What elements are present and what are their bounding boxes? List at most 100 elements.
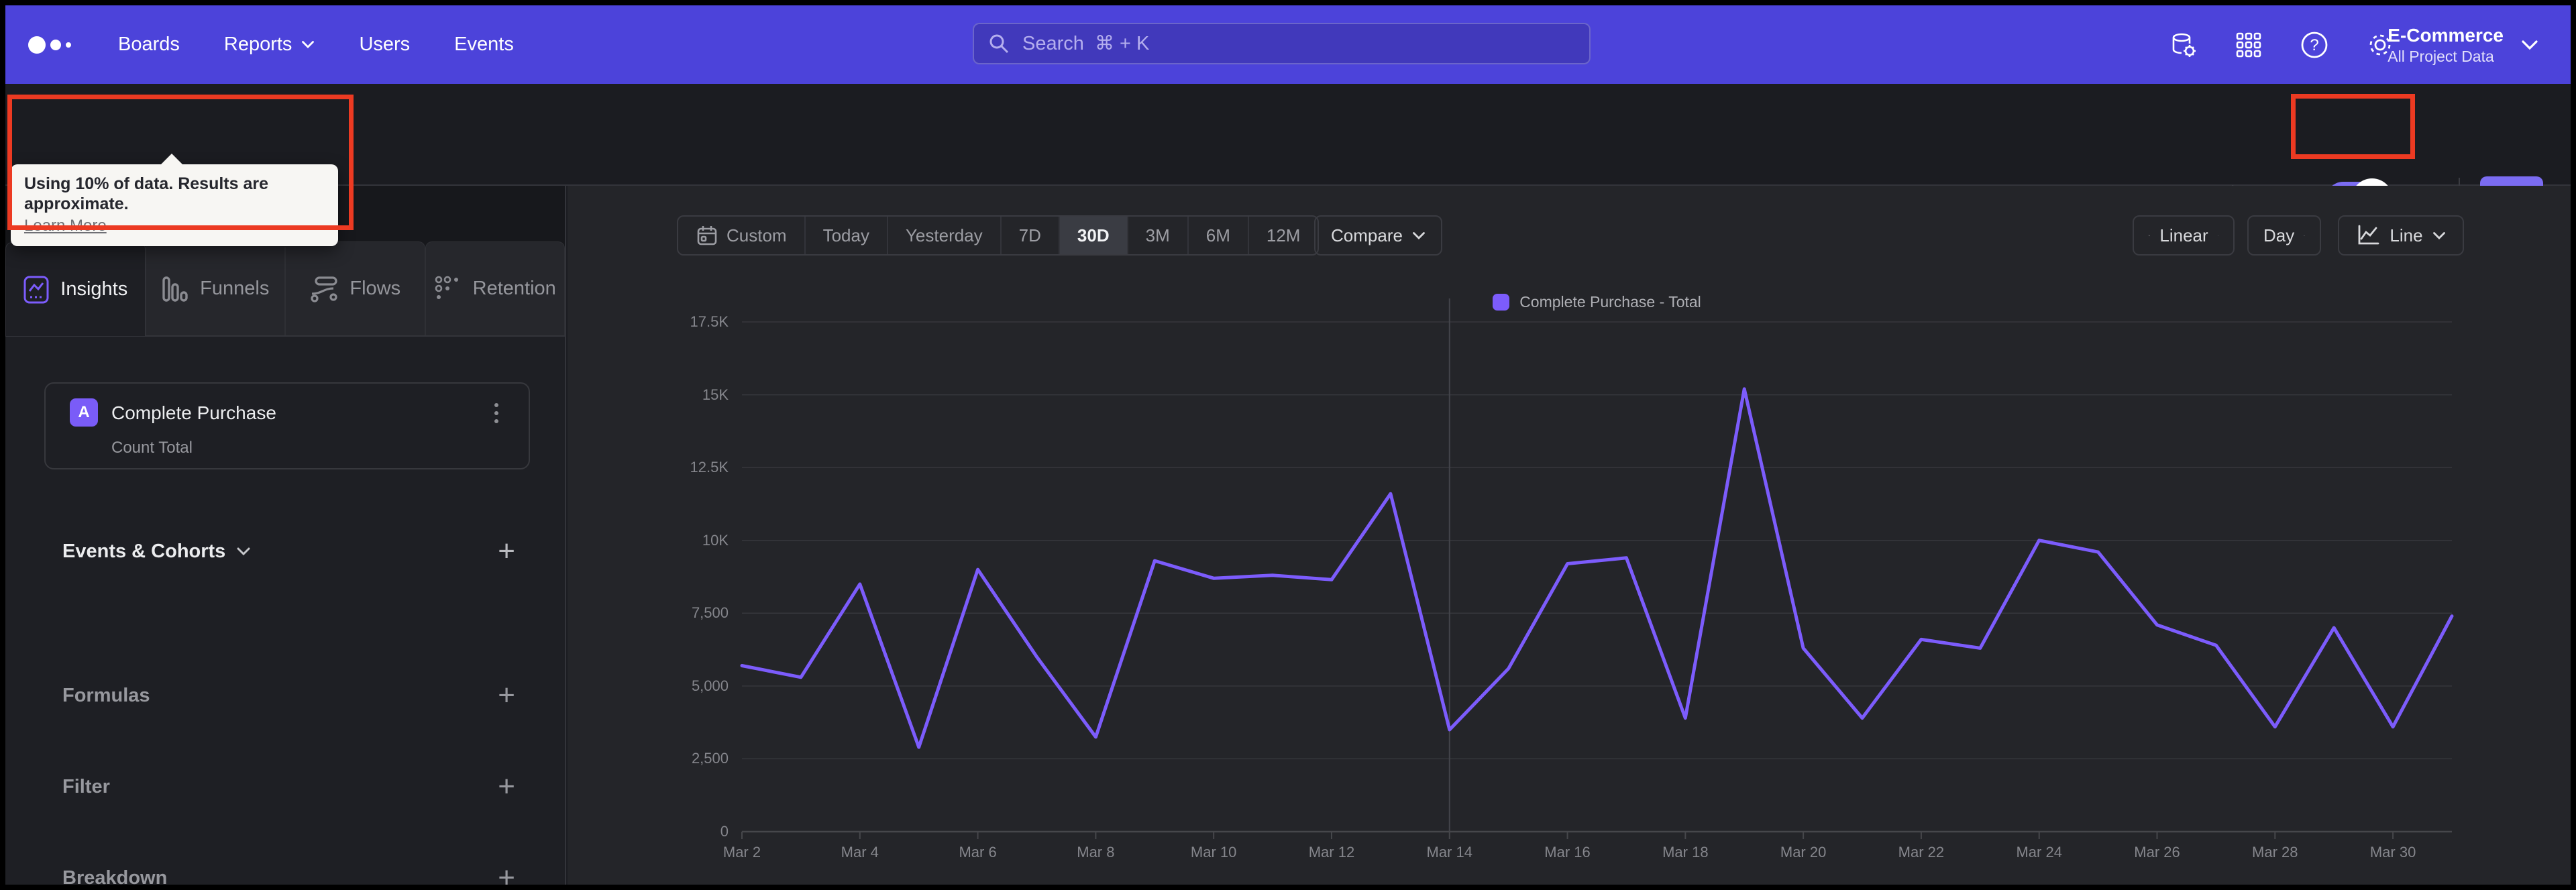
legend-swatch	[1493, 294, 1510, 311]
y-axis-label: 0	[720, 823, 729, 840]
top-nav: Boards Reports Users Events Search ⌘ + K…	[5, 5, 2571, 84]
x-axis-label: Mar 12	[1308, 844, 1355, 860]
x-axis-label: Mar 30	[2369, 844, 2416, 860]
project-switcher[interactable]: E-Commerce All Project Data	[2387, 5, 2538, 84]
data-line[interactable]	[740, 387, 2454, 749]
project-name: E-Commerce	[2387, 24, 2504, 46]
event-card[interactable]: A Complete Purchase Count Total	[44, 382, 530, 469]
range-yesterday[interactable]: Yesterday	[886, 217, 1000, 254]
x-axis-label: Mar 10	[1190, 844, 1237, 860]
chevron-down-icon	[302, 41, 315, 48]
y-axis-label: 10K	[702, 531, 729, 549]
range-label: 12M	[1266, 225, 1301, 245]
tab-retention[interactable]: Retention	[425, 241, 565, 335]
range-label: 30D	[1077, 225, 1110, 245]
linear-dropdown[interactable]: Linear	[2133, 215, 2235, 256]
line-chart-icon	[2359, 225, 2379, 245]
project-subtitle: All Project Data	[2387, 47, 2494, 65]
range-label: Custom	[727, 225, 787, 245]
range-3m[interactable]: 3M	[1126, 217, 1187, 254]
data-management-icon[interactable]	[2168, 30, 2198, 60]
event-name[interactable]: Complete Purchase	[111, 402, 276, 424]
nav-item-boards[interactable]: Boards	[118, 34, 180, 56]
range-label: 3M	[1145, 225, 1170, 245]
apps-grid-icon[interactable]	[2234, 30, 2263, 60]
x-axis-label: Mar 20	[1780, 844, 1827, 860]
nav-item-reports[interactable]: Reports	[224, 34, 315, 56]
section-row-formulas: Formulas +	[5, 675, 565, 716]
tab-funnels[interactable]: Funnels	[145, 241, 285, 335]
line-dropdown[interactable]: Line	[2338, 215, 2464, 256]
events-cohorts-header-row: Events & Cohorts +	[5, 531, 565, 571]
learn-more-link[interactable]: Learn More	[24, 217, 107, 235]
mixpanel-logo-icon[interactable]	[28, 36, 71, 54]
range-label: 7D	[1018, 225, 1041, 245]
nav-item-events[interactable]: Events	[454, 34, 514, 56]
search-icon	[989, 34, 1009, 54]
add-breakdown-button[interactable]: +	[498, 863, 515, 885]
chart-panel: Custom Today Yesterday 7D 30D 3M 6M 12M Compare…	[568, 186, 2571, 885]
flows-icon	[311, 276, 337, 302]
range-label: 6M	[1205, 225, 1230, 245]
y-axis-label: 2,500	[691, 750, 729, 767]
x-axis-label: Mar 8	[1077, 844, 1115, 860]
funnels-icon	[162, 276, 188, 302]
event-more-icon[interactable]	[484, 400, 508, 427]
compare-button[interactable]: Compare	[1314, 215, 1442, 256]
search-bar[interactable]	[973, 23, 1591, 64]
tab-insights[interactable]: Insights	[5, 242, 146, 336]
tooltip-text: Using 10% of data. Results are approxima…	[24, 174, 269, 213]
add-filter-button[interactable]: +	[498, 772, 515, 801]
search-input[interactable]	[1021, 32, 1547, 56]
retention-icon	[435, 276, 458, 299]
add-formulas-button[interactable]: +	[498, 681, 515, 710]
range-label: Yesterday	[905, 225, 983, 245]
section-row-filter: Filter +	[5, 767, 565, 807]
query-sidebar: Insights Funnels Flows Retention Events & C…	[5, 186, 566, 885]
y-axis-label: 15K	[702, 386, 729, 403]
chevron-down-icon	[2304, 235, 2305, 236]
range-7d[interactable]: 7D	[1000, 217, 1059, 254]
range-6m[interactable]: 6M	[1187, 217, 1248, 254]
section-label: Breakdown	[62, 867, 168, 885]
y-axis-label: 12.5K	[690, 459, 729, 476]
section-label: Filter	[62, 775, 110, 797]
main-area: Insights Funnels Flows Retention Events & C…	[5, 186, 2571, 885]
nav-item-label: Users	[359, 34, 411, 55]
events-cohorts-header[interactable]: Events & Cohorts	[62, 541, 251, 563]
line-chart[interactable]	[740, 298, 2454, 839]
x-axis-label: Mar 22	[1898, 844, 1945, 860]
section-label: Formulas	[62, 684, 150, 706]
dropdown-label: Day	[2263, 225, 2295, 245]
x-axis-label: Mar 24	[2016, 844, 2062, 860]
tab-flows[interactable]: Flows	[285, 241, 425, 335]
chevron-down-icon	[2522, 40, 2538, 50]
tab-label: Flows	[350, 278, 401, 299]
app-window: Boards Reports Users Events Search ⌘ + K…	[5, 5, 2571, 885]
sampling-tooltip: Using 10% of data. Results are approxima…	[11, 164, 338, 246]
nav-item-users[interactable]: Users	[359, 34, 410, 56]
calendar-icon	[697, 226, 717, 245]
x-axis-label: Mar 14	[1426, 844, 1472, 860]
dropdown-label: Line	[2390, 225, 2423, 245]
y-axis-label: 5,000	[691, 677, 729, 694]
tab-label: Insights	[60, 278, 128, 300]
range-custom[interactable]: Custom	[678, 217, 804, 254]
event-series-badge: A	[70, 398, 98, 427]
compare-label: Compare	[1331, 225, 1403, 245]
range-30d[interactable]: 30D	[1058, 217, 1127, 254]
date-range-control: Custom Today Yesterday 7D 30D 3M 6M 12M	[677, 215, 1320, 256]
day-dropdown[interactable]: Day	[2247, 215, 2321, 256]
insights-icon	[23, 276, 49, 303]
range-12m[interactable]: 12M	[1247, 217, 1318, 254]
help-icon[interactable]: ?	[2300, 30, 2329, 60]
chart-legend[interactable]: Complete Purchase - Total	[742, 293, 2452, 311]
tab-label: Funnels	[200, 278, 270, 299]
range-today[interactable]: Today	[804, 217, 887, 254]
event-metric[interactable]: Count Total	[111, 439, 193, 457]
nav-item-label: Reports	[223, 34, 292, 55]
nav-item-label: Boards	[118, 34, 180, 55]
add-event-button[interactable]: +	[498, 537, 515, 566]
chevron-down-icon	[2432, 231, 2445, 239]
x-axis-label: Mar 2	[722, 844, 761, 860]
